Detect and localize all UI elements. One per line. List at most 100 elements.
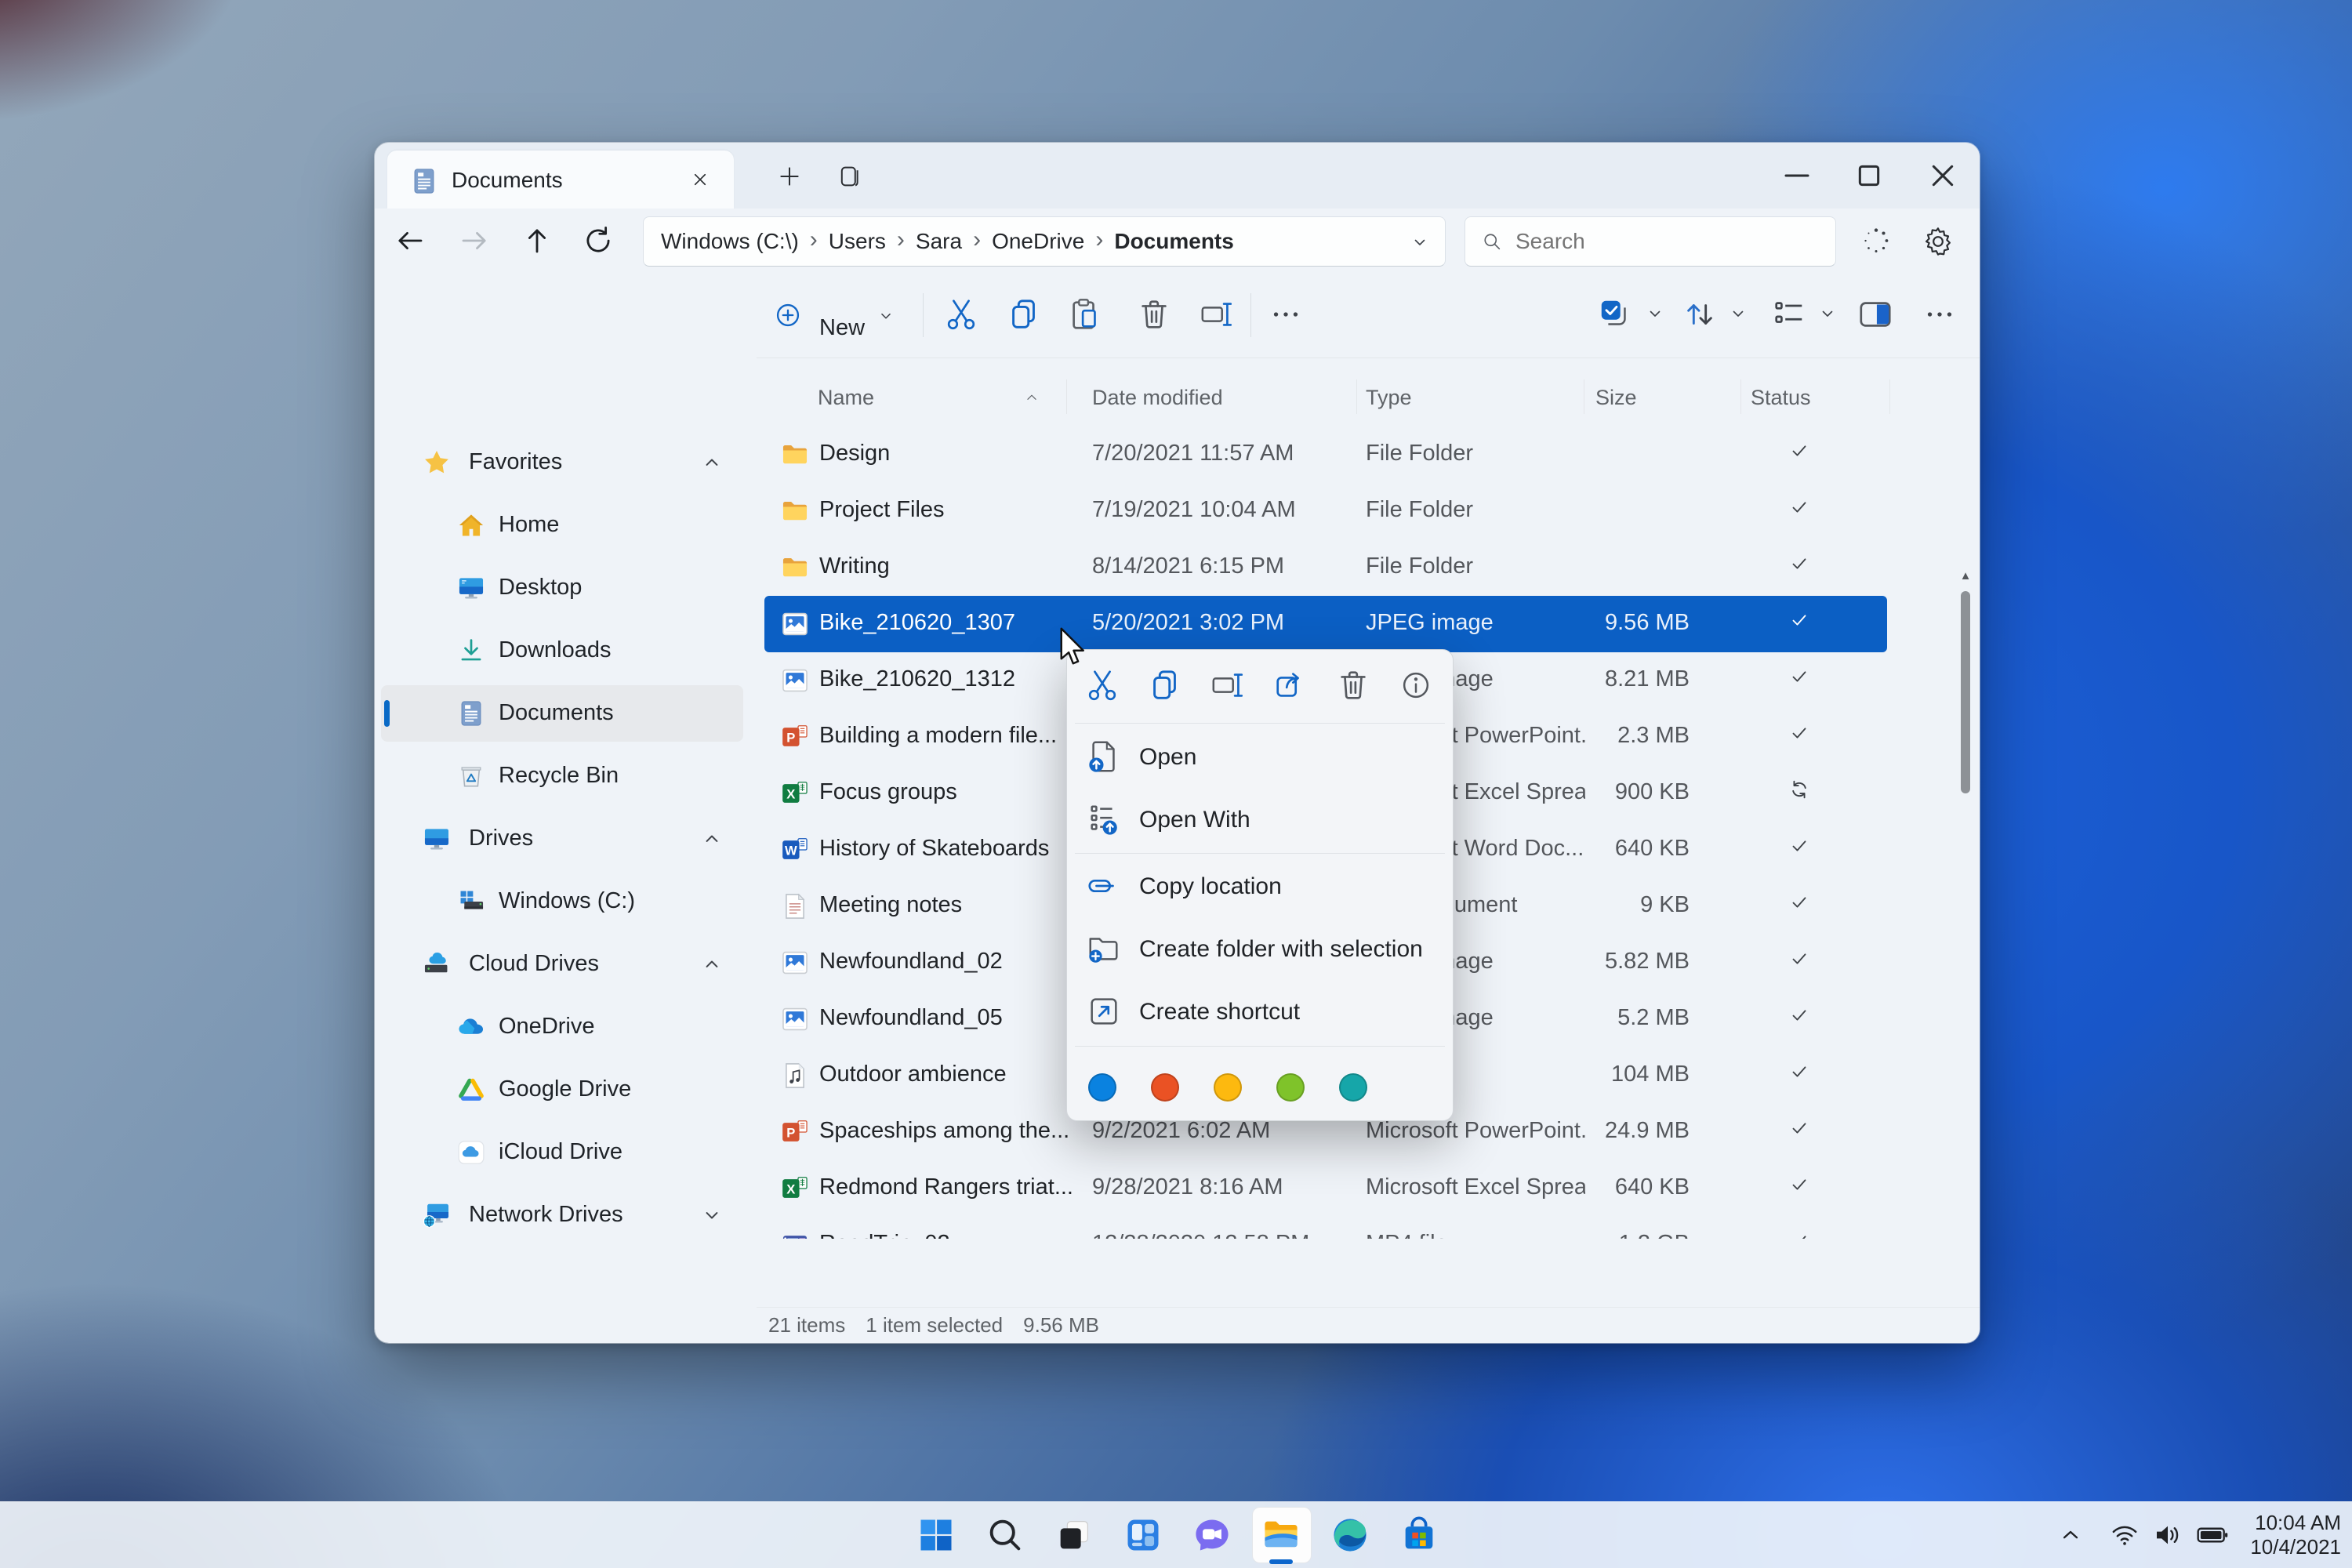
menu-item-open-with[interactable]: Open With [1072,789,1448,851]
sidebar-item-desktop[interactable]: Desktop [381,560,743,616]
address-bar[interactable]: Windows (C:\)›Users›Sara›OneDrive›Docume… [643,216,1446,267]
rename-button[interactable] [1199,296,1235,332]
maximize-button[interactable] [1847,154,1891,198]
taskbar-store-button[interactable] [1385,1505,1454,1565]
file-name[interactable]: Bike_210620_1312 [819,666,1078,692]
tag-color-dot[interactable] [1339,1073,1367,1102]
chevron-down-icon[interactable] [701,1204,723,1226]
sidebar-section-favorites[interactable]: Favorites [381,434,743,491]
file-name[interactable]: Project Files [819,497,1078,523]
column-size[interactable]: Size [1595,386,1637,410]
file-name[interactable]: History of Skateboards [819,836,1078,862]
sidebar-section-cloud-drives[interactable]: Cloud Drives [381,936,743,993]
new-tab-button[interactable] [776,163,803,190]
paste-button[interactable] [1067,296,1103,332]
up-button[interactable] [521,224,554,257]
file-name[interactable]: Redmond Rangers triat... [819,1174,1078,1200]
chevron-up-icon[interactable] [701,953,723,975]
file-name[interactable]: Meeting notes [819,892,1078,918]
search-input[interactable] [1514,228,1799,255]
breadcrumb-segment[interactable]: Windows (C:\) [661,229,799,254]
taskbar-search-button[interactable] [971,1505,1040,1565]
battery-icon[interactable] [2195,1518,2230,1552]
tag-color-dot[interactable] [1276,1073,1305,1102]
menu-item-create-shortcut[interactable]: Create shortcut [1072,981,1448,1044]
chevron-down-icon[interactable] [1818,304,1837,323]
view-button[interactable] [1771,296,1807,332]
sidebar-item-icloud-drive[interactable]: iCloud Drive [381,1124,743,1181]
file-name[interactable]: Newfoundland_05 [819,1005,1078,1031]
file-name[interactable]: Outdoor ambience [819,1062,1078,1087]
sidebar-item-documents[interactable]: Documents [381,685,743,742]
sort-button[interactable] [1682,296,1718,332]
column-status[interactable]: Status [1751,386,1811,410]
cut-quick-button[interactable] [1084,667,1120,703]
file-row[interactable]: XRedmond Rangers triat...9/28/2021 8:16 … [764,1160,1887,1217]
volume-icon[interactable] [2151,1519,2184,1552]
column-divider[interactable] [1889,379,1890,414]
scroll-up-arrow[interactable]: ▲ [1956,569,1975,583]
info-quick-button[interactable] [1398,667,1434,703]
tag-color-dot[interactable] [1151,1073,1179,1102]
taskbar-start-button[interactable] [902,1505,971,1565]
select-all-button[interactable] [1597,296,1633,332]
file-row[interactable]: Writing8/14/2021 6:15 PMFile Folder [764,539,1887,596]
sidebar-item-google-drive[interactable]: Google Drive [381,1062,743,1118]
scrollbar[interactable]: ▲ ▼ [1956,569,1975,1343]
menu-item-create-folder-with-selection[interactable]: Create folder with selection [1072,918,1448,981]
minimize-button[interactable] [1775,154,1819,198]
column-divider[interactable] [1740,379,1741,414]
taskbar-edge-button[interactable] [1316,1505,1385,1565]
column-type[interactable]: Type [1366,386,1412,410]
forward-button[interactable] [458,224,491,257]
details-pane-button[interactable] [1857,296,1893,332]
tag-color-dot[interactable] [1214,1073,1242,1102]
breadcrumb-segment[interactable]: Documents [1114,229,1233,254]
file-row[interactable]: Bike_210620_13075/20/2021 3:02 PMJPEG im… [764,596,1887,652]
chevron-down-icon[interactable] [1646,304,1664,323]
file-name[interactable]: Bike_210620_1307 [819,610,1078,636]
taskbar-widgets-button[interactable] [1109,1505,1178,1565]
delete-button[interactable] [1136,296,1172,332]
sidebar-item-onedrive[interactable]: OneDrive [381,999,743,1055]
wifi-icon[interactable] [2109,1519,2140,1551]
file-name[interactable]: Writing [819,554,1078,579]
share-quick-button[interactable] [1272,667,1308,703]
cut-button[interactable] [943,296,979,332]
breadcrumb-segment[interactable]: OneDrive [992,229,1084,254]
file-name[interactable]: Focus groups [819,779,1078,805]
tab-overview-button[interactable] [836,163,862,190]
more-options-button[interactable] [1268,296,1304,332]
chevron-down-icon[interactable] [1729,304,1748,323]
chevron-up-icon[interactable] [701,452,723,474]
menu-item-copy-location[interactable]: Copy location [1072,855,1448,918]
sidebar-section-network-drives[interactable]: Network Drives [381,1187,743,1243]
column-name[interactable]: Name [818,386,874,410]
back-button[interactable] [394,224,426,257]
taskbar-taskview-button[interactable] [1040,1505,1109,1565]
new-button[interactable]: New [763,287,912,343]
sidebar-section-drives[interactable]: Drives [381,811,743,867]
chevron-up-icon[interactable] [701,828,723,850]
address-chevron-down-icon[interactable] [1410,233,1429,252]
column-divider[interactable] [1066,379,1067,414]
refresh-button[interactable] [582,224,615,257]
file-row[interactable]: Design7/20/2021 11:57 AMFile Folder [764,426,1887,483]
sidebar-item-windows-c-[interactable]: Windows (C:) [381,873,743,930]
file-row[interactable]: RoadTrip_0212/28/2020 12:58 PMMP4 file1.… [764,1217,1887,1239]
close-button[interactable] [1921,154,1965,198]
copy-button[interactable] [1006,296,1042,332]
settings-gear-icon[interactable] [1922,226,1954,257]
breadcrumb-segment[interactable]: Sara [916,229,962,254]
tab-documents[interactable]: Documents [387,151,734,209]
file-name[interactable]: RoadTrip_02 [819,1231,1078,1239]
file-name[interactable]: Building a modern file... [819,723,1078,749]
rename-quick-button[interactable] [1210,667,1246,703]
file-row[interactable]: Project Files7/19/2021 10:04 AMFile Fold… [764,483,1887,539]
file-name[interactable]: Spaceships among the... [819,1118,1078,1144]
sidebar-item-downloads[interactable]: Downloads [381,622,743,679]
file-name[interactable]: Newfoundland_02 [819,949,1078,975]
scrollbar-thumb[interactable] [1961,591,1970,793]
see-more-button[interactable] [1922,296,1958,332]
menu-item-open[interactable]: Open [1072,726,1448,789]
